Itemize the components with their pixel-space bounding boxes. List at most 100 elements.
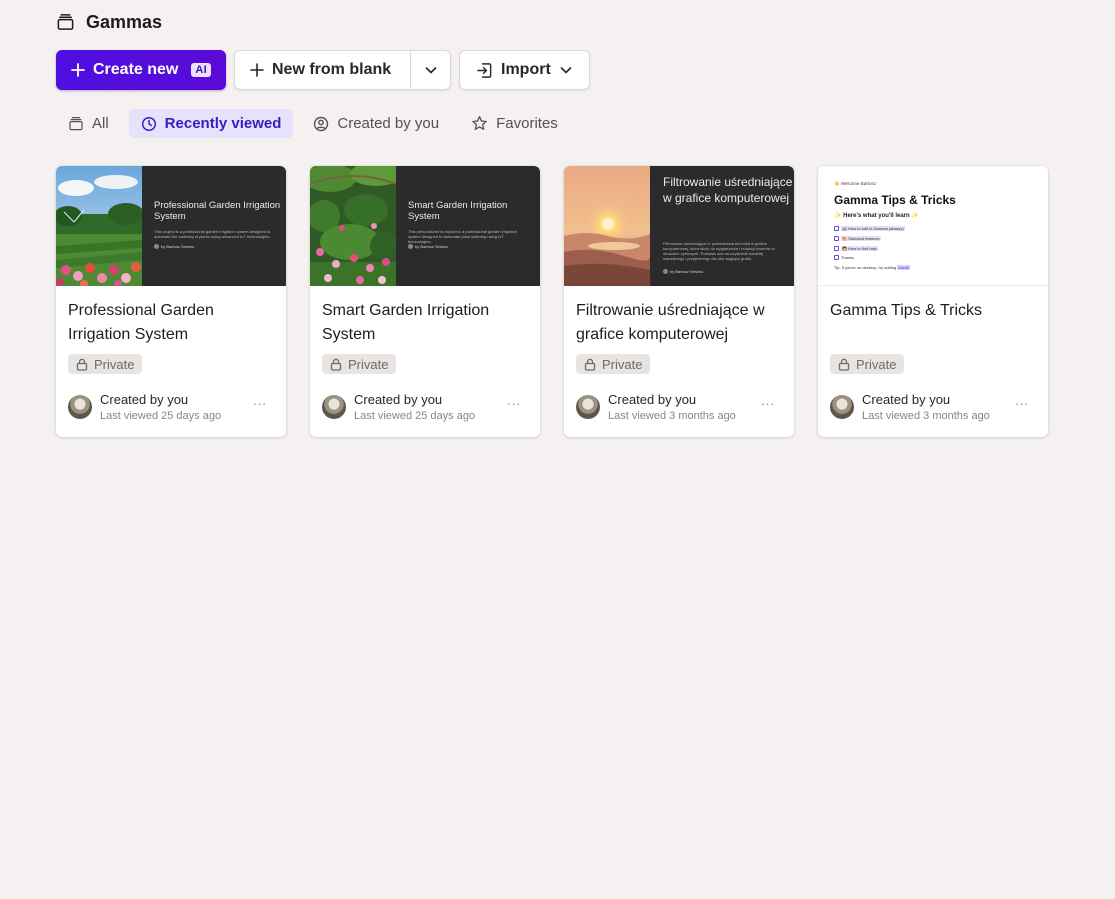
page-header: Gammas [56, 10, 162, 34]
checkbox-icon [834, 226, 839, 231]
import-icon [477, 62, 492, 78]
stack-icon [57, 13, 74, 30]
checkbox-icon [834, 236, 839, 241]
thumbnail-title: Smart Garden Irrigation System [408, 200, 508, 222]
gamma-card[interactable]: Professional Garden Irrigation System Th… [56, 166, 286, 437]
card-thumbnail: Smart Garden Irrigation System This pers… [310, 166, 540, 286]
tab-all-label: All [92, 115, 109, 132]
thumbnail-description: This personalized is explored; a profess… [408, 229, 517, 244]
import-label: Import [501, 61, 551, 78]
card-title: Gamma Tips & Tricks [830, 302, 983, 319]
tab-created-by-you-label: Created by you [337, 115, 440, 132]
more-options-button[interactable]: ... [253, 393, 267, 408]
created-by: Created by you [100, 392, 189, 407]
thumbnail-text-panel: Filtrowanie uśredniające w grafice kompu… [650, 166, 794, 286]
import-button[interactable]: Import [459, 50, 590, 90]
private-label: Private [856, 356, 897, 372]
page-title: Gammas [86, 11, 163, 32]
card-thumbnail: Professional Garden Irrigation System Th… [56, 166, 286, 286]
created-by: Created by you [862, 392, 951, 407]
thumbnail-checklist-label: 🤖 How to edit in Gamma (always) [841, 226, 905, 231]
card-thumbnail: 👋 Welcome Bartosz Gamma Tips & Tricks ✨ … [818, 166, 1048, 286]
thumbnail-author-label: by Bartosz Seśmiu [415, 244, 449, 249]
lock-icon [584, 358, 596, 371]
last-viewed: Last viewed 3 months ago [862, 410, 990, 422]
new-from-blank-button[interactable]: New from blank [235, 51, 411, 89]
thumbnail-subtitle: ✨ Here's what you'll learn ✨ [834, 213, 919, 219]
last-viewed: Last viewed 25 days ago [100, 410, 222, 422]
lock-icon [76, 358, 88, 371]
thumbnail-tip-text: Tip: If you're on desktop, try adding [834, 265, 897, 270]
thumbnail-checklist-label: 🧑 How to find help [841, 246, 878, 251]
thumbnail-text-panel: Professional Garden Irrigation System Th… [142, 166, 286, 286]
last-viewed: Last viewed 3 months ago [608, 410, 736, 422]
thumbnail-checklist-item: 🤖 How to edit in Gamma (always) [834, 226, 905, 231]
lock-icon [838, 358, 850, 371]
plus-icon [71, 63, 85, 77]
author-dot-icon [154, 244, 159, 249]
thumbnail-checklist-item: 🧑 How to find help [834, 246, 878, 251]
last-viewed: Last viewed 25 days ago [354, 410, 476, 422]
chevron-down-icon [425, 67, 436, 74]
gamma-card[interactable]: Smart Garden Irrigation System This pers… [310, 166, 540, 437]
star-icon [472, 116, 487, 131]
lock-icon [330, 358, 342, 371]
thumbnail-checklist-label: Thanks [841, 255, 855, 260]
new-from-blank-dropdown-button[interactable] [411, 51, 450, 89]
tab-recently-viewed-label: Recently viewed [164, 115, 282, 132]
user-circle-icon [314, 116, 329, 131]
thumbnail-title: Filtrowanie uśredniające w grafice kompu… [663, 175, 793, 205]
thumbnail-tip-highlight: /scroll [897, 265, 910, 270]
tab-created-by-you[interactable]: Created by you [301, 109, 451, 138]
ai-badge: AI [191, 63, 211, 77]
thumbnail-description: Filtrowanie uśredniające to podstawowa t… [663, 241, 775, 261]
tab-all[interactable]: All [56, 109, 121, 138]
thumbnail-text-panel: Smart Garden Irrigation System This pers… [396, 166, 540, 286]
thumbnail-author: by Bartosz Seśmiu [154, 244, 194, 249]
avatar [68, 395, 92, 419]
private-label: Private [94, 356, 135, 372]
more-options-button[interactable]: ... [1015, 393, 1029, 408]
thumbnail-checklist-item: 🎨 Standout features [834, 236, 881, 241]
gamma-card[interactable]: 👋 Welcome Bartosz Gamma Tips & Tricks ✨ … [818, 166, 1048, 437]
thumbnail-tip: Tip: If you're on desktop, try adding /s… [834, 265, 910, 270]
plus-icon [250, 63, 264, 77]
gamma-card-grid: Professional Garden Irrigation System Th… [56, 166, 1048, 437]
private-badge: Private [68, 354, 143, 374]
gamma-card[interactable]: Filtrowanie uśredniające w grafice kompu… [564, 166, 794, 437]
avatar [576, 395, 600, 419]
author-dot-icon [663, 269, 668, 274]
private-label: Private [602, 356, 643, 372]
thumbnail-author: by Bartosz Seśmiu [408, 244, 448, 249]
thumbnail-description: This project is a professional garden ir… [154, 229, 271, 239]
more-options-button[interactable]: ... [761, 393, 775, 408]
private-badge: Private [830, 354, 905, 374]
new-from-blank-split-button: New from blank [234, 50, 451, 90]
thumbnail-checklist-label: 🎨 Standout features [841, 236, 881, 241]
card-title: Smart Garden Irrigation System [322, 302, 490, 343]
private-badge: Private [322, 354, 397, 374]
created-by: Created by you [354, 392, 443, 407]
private-label: Private [348, 356, 389, 372]
sunset-photo [564, 166, 650, 286]
tab-recently-viewed[interactable]: Recently viewed [128, 109, 294, 138]
avatar [830, 395, 854, 419]
tab-favorites[interactable]: Favorites [459, 109, 570, 138]
tab-favorites-label: Favorites [496, 115, 558, 132]
card-thumbnail: Filtrowanie uśredniające w grafice kompu… [564, 166, 794, 286]
create-new-button[interactable]: Create new AI [56, 50, 226, 90]
create-new-label: Create new [93, 61, 179, 78]
avatar [322, 395, 346, 419]
card-title: Professional Garden Irrigation System [68, 302, 214, 343]
thumbnail-title: Professional Garden Irrigation System [154, 200, 281, 222]
private-badge: Private [576, 354, 651, 374]
card-title: Filtrowanie uśredniające w grafice kompu… [576, 302, 765, 343]
filter-tabs: All Recently viewed Created by you Favor… [56, 109, 570, 138]
checkbox-icon [834, 255, 839, 260]
clock-icon [141, 116, 156, 131]
gammas-page: Gammas Create new AI New from blank Impo… [0, 0, 1115, 899]
created-by: Created by you [608, 392, 697, 407]
stack-icon [69, 116, 83, 130]
chevron-down-icon [560, 67, 572, 74]
more-options-button[interactable]: ... [507, 393, 521, 408]
